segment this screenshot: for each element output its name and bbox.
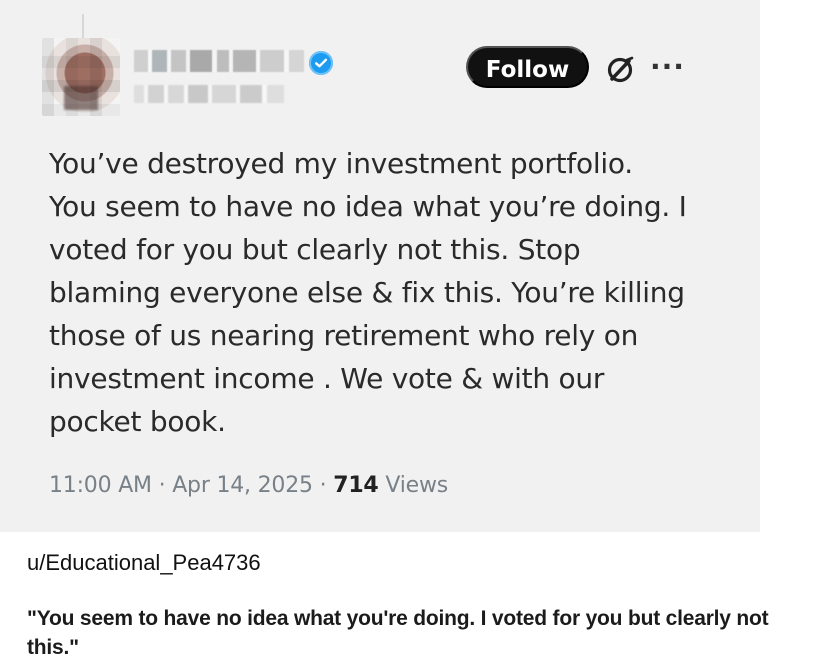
reddit-username[interactable]: u/Educational_Pea4736: [27, 548, 261, 578]
tweet-text: You’ve destroyed my investment portfolio…: [49, 142, 699, 443]
pixelated-display-name: [134, 50, 304, 72]
tweet-metadata: 11:00 AM · Apr 14, 2025 · 714 Views: [49, 470, 448, 502]
verified-badge-icon: [309, 51, 333, 75]
tweet-text-line: pocket book.: [49, 405, 226, 438]
tweet-text-line: those of us nearing retirement who rely …: [49, 319, 639, 352]
screenshot-page: Follow ··· You’ve destroyed my investmen…: [0, 0, 816, 672]
tweet-text-line: You seem to have no idea what you’re doi…: [49, 190, 687, 223]
tweet-text-line: voted for you but clearly not this. Stop: [49, 233, 581, 266]
tweet-header: Follow ···: [42, 38, 742, 118]
tweet-text-line: investment income . We vote & with our: [49, 362, 605, 395]
avatar[interactable]: [42, 38, 120, 116]
more-icon[interactable]: ···: [650, 53, 684, 81]
follow-button[interactable]: Follow: [466, 46, 589, 88]
views-count[interactable]: 714: [333, 473, 379, 498]
pixelated-handle: [134, 85, 284, 103]
tweet-text-line: You’ve destroyed my investment portfolio…: [49, 147, 633, 180]
quoted-caption: "You seem to have no idea what you're do…: [27, 604, 807, 662]
views-label: Views: [378, 473, 449, 498]
grok-icon[interactable]: [604, 54, 636, 86]
tweet-text-line: blaming everyone else & fix this. You’re…: [49, 276, 685, 309]
tweet-card: Follow ··· You’ve destroyed my investmen…: [0, 0, 760, 532]
caption-line: this.": [27, 636, 79, 659]
caption-line: "You seem to have no idea what you're do…: [27, 607, 769, 630]
timestamp[interactable]: 11:00 AM · Apr 14, 2025 ·: [49, 473, 333, 498]
